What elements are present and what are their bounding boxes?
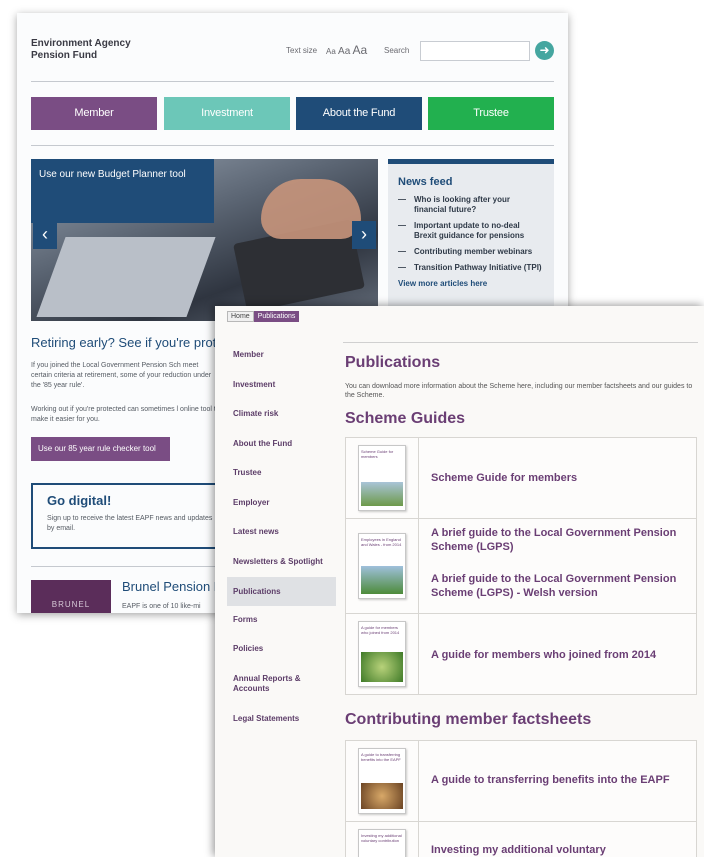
thumbnail-title: Investing my additional voluntary contri… [361,833,402,843]
hero-carousel[interactable]: Use our new Budget Planner tool ‹ › [31,159,378,321]
sidebar-item-climate-risk[interactable]: Climate risk [227,409,336,419]
thumbnail-title: A guide for members who joined from 2014 [361,625,400,635]
document-thumbnail[interactable]: A guide to transferring benefits into th… [358,748,406,814]
go-digital-title: Go digital! [47,493,112,508]
rule85-checker-button[interactable]: Use our 85 year rule checker tool [31,437,170,461]
nav-about-the-fund[interactable]: About the Fund [296,97,422,130]
sidebar-item-member[interactable]: Member [227,350,336,360]
hero-image-hand [261,179,361,239]
divider [418,822,419,857]
divider [418,741,419,821]
news-feed-title: News feed [398,176,453,188]
sidebar-item-legal-statements[interactable]: Legal Statements [227,714,336,724]
hero-image-laptop [36,237,216,317]
go-digital-text: Sign up to receive the latest EAPF news … [47,515,213,532]
sidebar-item-latest-news[interactable]: Latest news [227,527,336,537]
news-item[interactable]: Important update to no-deal Brexit guida… [398,221,544,241]
arrow-right-icon[interactable]: ➜ [535,41,554,60]
sidebar-item-newsletters[interactable]: Newsletters & Spotlight [227,557,336,567]
news-item[interactable]: Who is looking after your financial futu… [398,195,544,215]
search-label: Search [384,46,410,55]
text-size-medium[interactable]: Aa [338,46,350,57]
hero-caption[interactable]: Use our new Budget Planner tool [31,159,214,223]
view-more-articles-link[interactable]: View more articles here [398,279,544,288]
document-link[interactable]: A brief guide to the Local Government Pe… [431,572,691,600]
news-feed: News feed Who is looking after your fina… [388,159,554,311]
thumbnail-title: A guide to transferring benefits into th… [361,752,401,762]
sidebar-item-about-the-fund[interactable]: About the Fund [227,439,336,449]
org-logo[interactable]: Environment Agency Pension Fund [31,38,151,62]
divider [343,342,698,343]
document-thumbnail[interactable]: Employees in England and Wales - from 20… [358,533,406,599]
brunel-logo: BRUNEL [31,580,111,613]
chevron-left-icon[interactable]: ‹ [33,221,57,249]
retire-paragraph: Working out if you're protected can some… [31,406,220,423]
thumbnail-title: Employees in England and Wales - from 20… [361,537,402,547]
text-size-large[interactable]: Aa [353,43,368,57]
sidebar-item-forms[interactable]: Forms [227,615,336,625]
page-intro: You can download more information about … [345,383,693,399]
leaf-image [361,652,403,682]
breadcrumb-home[interactable]: Home [227,311,254,322]
breadcrumb-publications[interactable]: Publications [253,311,300,322]
tree-image [361,566,403,594]
divider [418,519,419,613]
section-title-scheme-guides: Scheme Guides [345,410,466,427]
publications-screenshot: Home Publications Member Investment Clima… [215,306,704,857]
sidebar-item-annual-reports[interactable]: Annual Reports & Accounts [227,674,336,694]
divider [418,614,419,694]
coin-image [361,783,403,809]
text-size-label: Text size [286,46,318,55]
divider [418,438,419,518]
divider [31,81,554,82]
news-item[interactable]: Transition Pathway Initiative (TPI) [398,263,544,273]
go-digital-box: Go digital! Sign up to receive the lates… [31,483,231,549]
list-item: A guide for members who joined from 2014… [345,613,697,695]
breadcrumb: Home Publications [227,311,300,322]
divider [31,145,554,146]
document-link[interactable]: Scheme Guide for members [431,471,691,485]
document-thumbnail[interactable]: Investing my additional voluntary contri… [358,829,406,857]
brunel-title[interactable]: Brunel Pension P [122,579,222,594]
sidebar-item-trustee[interactable]: Trustee [227,468,336,478]
chevron-right-icon[interactable]: › [352,221,376,249]
search-input[interactable] [420,41,530,61]
document-link[interactable]: Investing my additional voluntary [431,843,691,857]
nav-investment[interactable]: Investment [164,97,290,130]
retire-heading: Retiring early? See if you're prote [31,335,224,350]
sidebar-item-investment[interactable]: Investment [227,380,336,390]
retire-paragraph: If you joined the Local Government Pensi… [31,362,212,389]
thumbnail-title: Scheme Guide for members [361,449,394,459]
document-thumbnail[interactable]: Scheme Guide for members [358,445,406,511]
landscape-image [361,482,403,506]
document-link[interactable]: A brief guide to the Local Government Pe… [431,526,691,554]
sidebar-item-employer[interactable]: Employer [227,498,336,508]
list-item: A guide to transferring benefits into th… [345,740,697,822]
text-size-options: Aa Aa Aa [326,43,367,57]
list-item: Scheme Guide for members Scheme Guide fo… [345,437,697,519]
document-link[interactable]: A guide to transferring benefits into th… [431,773,691,787]
list-item: Investing my additional voluntary contri… [345,821,697,857]
nav-member[interactable]: Member [31,97,157,130]
document-thumbnail[interactable]: A guide for members who joined from 2014 [358,621,406,687]
document-link[interactable]: A guide for members who joined from 2014 [431,648,691,662]
text-size-small[interactable]: Aa [326,47,336,56]
nav-trustee[interactable]: Trustee [428,97,554,130]
sidebar-item-policies[interactable]: Policies [227,644,336,654]
section-title-factsheets: Contributing member factsheets [345,711,592,728]
news-item[interactable]: Contributing member webinars [398,247,544,257]
page-title: Publications [345,354,441,371]
sidebar-item-publications[interactable]: Publications [227,577,336,606]
list-item: Employees in England and Wales - from 20… [345,518,697,614]
brunel-text: EAPF is one of 10 like-mi [122,603,201,610]
